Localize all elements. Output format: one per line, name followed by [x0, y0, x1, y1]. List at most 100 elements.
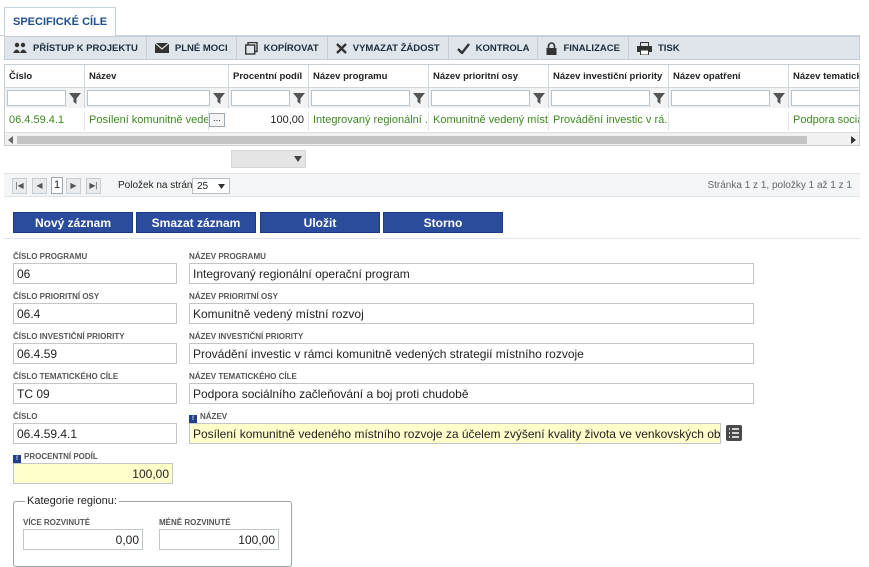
plne-moci-button[interactable]: PLNÉ MOCI [147, 37, 237, 59]
filter-input[interactable] [7, 90, 66, 106]
per-page-select[interactable]: 25 [192, 178, 230, 194]
filter-nazev-programu [309, 88, 429, 108]
finalizace-button[interactable]: FINALIZACE [538, 37, 629, 59]
column-chooser[interactable] [231, 150, 306, 168]
filter-cislo [5, 88, 85, 108]
page-number-input[interactable]: 1 [51, 177, 63, 194]
vymazat-label: VYMAZAT ŽÁDOST [352, 42, 440, 54]
filter-icon[interactable] [532, 91, 546, 105]
nazev-priority-field[interactable]: Provádění investic v rámci komunitně ved… [189, 343, 754, 364]
scrollbar-thumb[interactable] [17, 136, 807, 144]
mene-rozvinute-label: MÉNĚ ROZVINUTÉ [159, 518, 231, 527]
cislo-cile-field[interactable]: TC 09 [13, 383, 177, 404]
filter-icon[interactable] [652, 91, 666, 105]
check-icon [456, 42, 470, 54]
column-header-nazev-programu[interactable]: Název programu [309, 65, 429, 87]
save-button[interactable]: Uložit [260, 212, 380, 233]
filter-nazev-tematickeho [789, 88, 859, 108]
column-header-nazev-investicni-priority[interactable]: Název investiční priority [549, 65, 669, 87]
tab-specificke-cile[interactable]: SPECIFICKÉ CÍLE [4, 7, 117, 37]
first-page-icon[interactable]: |◀ [12, 178, 27, 194]
last-page-icon[interactable]: ▶| [86, 178, 101, 194]
vertical-scroll-area [860, 0, 869, 567]
nazev-priority-label: NÁZEV INVESTIČNÍ PRIORITY [189, 332, 304, 341]
cislo-priority-label: ČÍSLO INVESTIČNÍ PRIORITY [13, 332, 125, 341]
table-cell-nazev-prioritni-osy[interactable]: Komunitně vedený míst... [429, 111, 549, 131]
table-cell-nazev-tematickeho[interactable]: Podpora sociál [789, 111, 859, 131]
scroll-right-icon[interactable] [851, 136, 857, 144]
podil-label-wrapper: ! PROCENTNÍ PODÍL [13, 452, 98, 463]
page-info: Stránka 1 z 1, položky 1 až 1 z 1 [707, 180, 852, 191]
filter-nazev-investicni-priority [549, 88, 669, 108]
cancel-button[interactable]: Storno [383, 212, 503, 233]
horizontal-scrollbar[interactable] [5, 132, 859, 145]
envelope-icon [154, 43, 169, 53]
vymazat-zadost-button[interactable]: VYMAZAT ŽÁDOST [328, 37, 449, 59]
kopirovat-button[interactable]: KOPÍROVAT [237, 37, 328, 59]
column-header-nazev-prioritni-osy[interactable]: Název prioritní osy [429, 65, 549, 87]
filter-icon[interactable] [412, 91, 426, 105]
scroll-left-icon[interactable] [8, 136, 14, 144]
filter-input[interactable] [431, 90, 530, 106]
column-header-cislo[interactable]: Číslo [5, 65, 85, 87]
table-cell-cislo[interactable]: 06.4.59.4.1 [5, 111, 85, 131]
chevron-down-icon [294, 156, 302, 162]
vice-rozvinute-field[interactable]: 0,00 [23, 529, 143, 550]
filter-icon[interactable] [292, 91, 306, 105]
kategorie-regionu-legend: Kategorie regionu: [25, 495, 119, 507]
column-header-nazev-opatreni[interactable]: Název opatření [669, 65, 789, 87]
podil-field[interactable]: 100,00 [13, 463, 173, 484]
filter-icon[interactable] [212, 91, 226, 105]
table-cell-procentni-podil[interactable]: 100,00 [229, 111, 309, 131]
lock-icon [546, 41, 557, 55]
cislo-programu-field[interactable]: 06 [13, 263, 177, 284]
pristup-k-projektu-button[interactable]: PŘÍSTUP K PROJEKTU [5, 37, 147, 59]
nazev-cile-field[interactable]: Podpora sociálního začleňování a boj pro… [189, 383, 754, 404]
nazev-osy-label: NÁZEV PRIORITNÍ OSY [189, 292, 278, 301]
finalizace-label: FINALIZACE [563, 42, 620, 54]
table-cell-nazev-investicni-priority[interactable]: Provádění investic v rá... [549, 111, 669, 131]
filter-input[interactable] [231, 90, 290, 106]
column-header-nazev-tematickeho[interactable]: Název tematického [789, 65, 859, 87]
pristup-label: PŘÍSTUP K PROJEKTU [33, 42, 138, 54]
nazev-cile-label: NÁZEV TEMATICKÉHO CÍLE [189, 372, 297, 381]
table-cell-nazev-opatreni[interactable] [669, 111, 789, 131]
data-grid: Číslo Název Procentní podíl Název progra… [4, 64, 860, 146]
cislo-field[interactable]: 06.4.59.4.1 [13, 423, 177, 444]
list-icon[interactable] [726, 425, 742, 441]
filter-input[interactable] [551, 90, 650, 106]
new-record-button[interactable]: Nový záznam [13, 212, 133, 233]
next-page-icon[interactable]: ▶ [66, 178, 81, 194]
filter-input[interactable] [87, 90, 210, 106]
column-header-procentni-podil[interactable]: Procentní podíl [229, 65, 309, 87]
nazev-osy-field[interactable]: Komunitně vedený místní rozvoj [189, 303, 754, 324]
table-cell-nazev-programu[interactable]: Integrovaný regionální ... [309, 111, 429, 131]
delete-record-button[interactable]: Smazat záznam [136, 212, 256, 233]
tisk-button[interactable]: TISK [629, 37, 688, 59]
kontrola-label: KONTROLA [475, 42, 530, 54]
filter-input[interactable] [311, 90, 410, 106]
filter-icon[interactable] [68, 91, 82, 105]
kopirovat-label: KOPÍROVAT [263, 42, 319, 54]
per-page-label: Položek na stránku [118, 180, 204, 191]
table-cell-nazev[interactable]: Posílení komunitně vedeného [85, 111, 209, 131]
more-button[interactable]: ... [209, 113, 225, 127]
required-icon: ! [189, 415, 197, 423]
cislo-osy-field[interactable]: 06.4 [13, 303, 177, 324]
mene-rozvinute-field[interactable]: 100,00 [159, 529, 279, 550]
copy-icon [244, 41, 258, 55]
cislo-osy-label: ČÍSLO PRIORITNÍ OSY [13, 292, 100, 301]
cislo-label: ČÍSLO [13, 412, 38, 421]
nazev-field[interactable]: Posílení komunitně vedeného místního roz… [189, 423, 721, 444]
filter-input[interactable] [791, 90, 859, 106]
nazev-label: NÁZEV [200, 412, 228, 421]
column-header-nazev[interactable]: Název [85, 65, 229, 87]
filter-input[interactable] [671, 90, 770, 106]
filter-nazev-opatreni [669, 88, 789, 108]
cislo-priority-field[interactable]: 06.4.59 [13, 343, 177, 364]
prev-page-icon[interactable]: ◀ [32, 178, 47, 194]
filter-icon[interactable] [772, 91, 786, 105]
nazev-label-wrapper: ! NÁZEV [189, 412, 227, 423]
kontrola-button[interactable]: KONTROLA [449, 37, 539, 59]
nazev-programu-field[interactable]: Integrovaný regionální operační program [189, 263, 754, 284]
